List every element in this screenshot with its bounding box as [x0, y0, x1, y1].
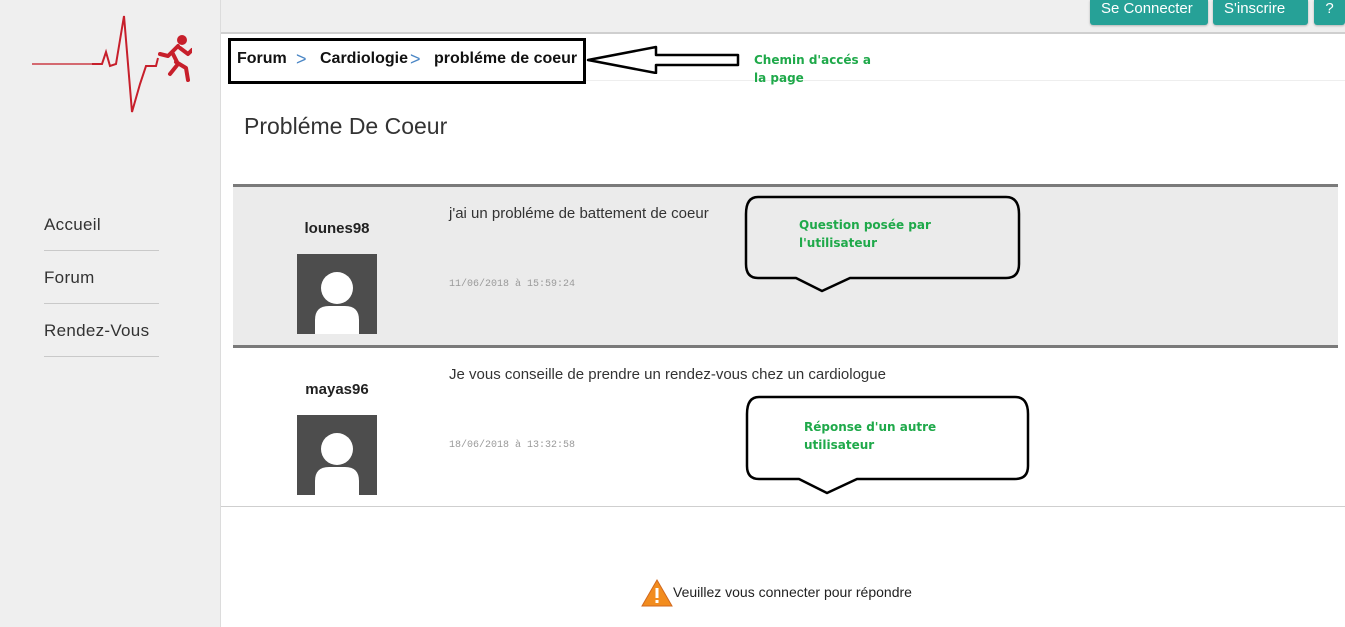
breadcrumb-forum[interactable]: Forum [237, 50, 287, 68]
annotation-path-note: Chemin d'accés a la page [754, 53, 871, 85]
heartbeat-runner-logo[interactable] [32, 14, 192, 116]
breadcrumb-separator: > [296, 49, 307, 69]
user-placeholder-icon [315, 433, 359, 495]
post-author[interactable]: lounes98 [233, 220, 441, 237]
login-required-text: Veuillez vous connecter pour répondre [673, 584, 912, 600]
divider [221, 506, 1345, 507]
breadcrumb-cardiologie[interactable]: Cardiologie [320, 50, 408, 68]
post-message: j'ai un probléme de battement de coeur [449, 205, 709, 222]
divider [586, 80, 1345, 81]
sidebar-nav: Accueil Forum Rendez-Vous [44, 198, 159, 357]
login-button[interactable]: Se Connecter [1090, 0, 1208, 25]
help-button[interactable]: ? [1314, 0, 1345, 25]
annotation-arrow [586, 45, 740, 74]
warning-icon [641, 578, 673, 607]
post-message: Je vous conseille de prendre un rendez-v… [449, 366, 886, 383]
avatar [297, 254, 377, 334]
top-bar: Se Connecter S'inscrire ? [221, 0, 1345, 34]
post-date: 11/06/2018 à 15:59:24 [449, 279, 576, 290]
page-title: Probléme De Coeur [244, 113, 448, 139]
annotation-question-note: Question posée par l'utilisateur [799, 218, 931, 250]
breadcrumb-current: probléme de coeur [434, 50, 578, 67]
user-placeholder-icon [315, 272, 359, 334]
annotation-answer-note: Réponse d'un autre utilisateur [804, 420, 937, 452]
breadcrumb-separator: > [410, 49, 421, 69]
sidebar-item-forum[interactable]: Forum [44, 251, 159, 304]
post-author[interactable]: mayas96 [233, 381, 441, 398]
breadcrumb: Forum > Cardiologie > probléme de coeur [228, 38, 586, 84]
sidebar-item-rendez-vous[interactable]: Rendez-Vous [44, 304, 159, 357]
sidebar-item-accueil[interactable]: Accueil [44, 198, 159, 251]
avatar [297, 415, 377, 495]
signup-button[interactable]: S'inscrire [1213, 0, 1308, 25]
post-date: 18/06/2018 à 13:32:58 [449, 440, 576, 451]
sidebar: Accueil Forum Rendez-Vous [0, 0, 221, 627]
